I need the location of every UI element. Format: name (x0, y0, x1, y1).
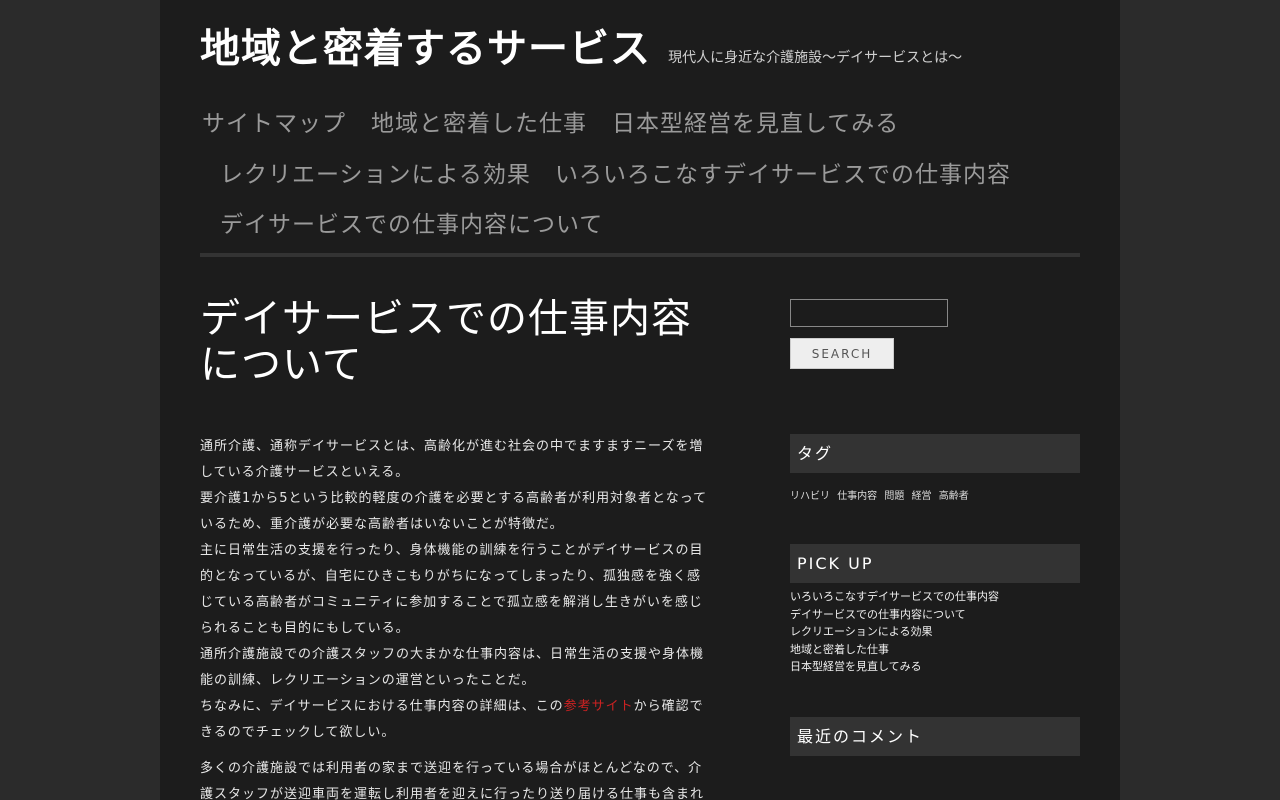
article-title-line2: について (200, 342, 363, 388)
article-paragraph-2: 多くの介護施設では利用者の家まで送迎を行っている場合がほとんどなので、介 護スタ… (200, 756, 720, 800)
text-line: じている高齢者がコミュニティに参加することで孤立感を解消し生きがいを感じ (200, 595, 703, 610)
pickup-widget: PICK UP いろいろこなすデイサービスでの仕事内容 デイサービスでの仕事内容… (790, 544, 1080, 676)
list-item: レクリエーションによる効果 (790, 623, 1080, 641)
recent-comments-widget: 最近のコメント (790, 716, 1080, 756)
article-title-line1: デイサービスでの仕事内容 (200, 296, 692, 342)
search-widget: SEARCH (790, 299, 1080, 369)
text-segment: ちなみに、デイサービスにおける仕事内容の詳細は、この (200, 699, 564, 714)
text-line: 主に日常生活の支援を行ったり、身体機能の訓練を行うことがデイサービスの目 (200, 543, 704, 558)
main-navigation: サイトマップ 地域と密着した仕事 日本型経営を見直してみる レクリエーションによ… (200, 96, 1080, 254)
article-paragraph-1: 通所介護、通称デイサービスとは、高齢化が進む社会の中でますますニーズを増 してい… (200, 434, 720, 746)
reference-site-link[interactable]: 参考サイト (564, 699, 634, 714)
site-header: 地域と密着するサービス 現代人に身近な介護施設〜デイサービスとは〜 (200, 16, 1080, 74)
pickup-link[interactable]: デイサービスでの仕事内容について (790, 606, 1080, 624)
nav-item-various-dayservice-work[interactable]: いろいろこなすデイサービスでの仕事内容 (555, 155, 1011, 189)
text-line: ちなみに、デイサービスにおける仕事内容の詳細は、この参考サイトから確認で (200, 694, 720, 720)
tags-widget-title: タグ (790, 434, 1080, 473)
pickup-link[interactable]: 日本型経営を見直してみる (790, 658, 1080, 676)
site-description: 現代人に身近な介護施設〜デイサービスとは〜 (668, 50, 963, 66)
text-line: いるため、重介護が必要な高齢者はいないことが特徴だ。 (200, 517, 564, 532)
list-item: いろいろこなすデイサービスでの仕事内容 (790, 588, 1080, 606)
tag-link[interactable]: 仕事内容 (837, 491, 877, 502)
text-segment: から確認で (633, 699, 704, 714)
page-container: 地域と密着するサービス 現代人に身近な介護施設〜デイサービスとは〜 サイトマップ… (160, 0, 1120, 800)
site-title[interactable]: 地域と密着するサービス (200, 16, 651, 74)
text-line: 要介護1から5という比較的軽度の介護を必要とする高齢者が利用対象者となって (200, 491, 708, 506)
text-line: られることも目的にもしている。 (200, 621, 410, 636)
tag-cloud: リハビリ 仕事内容 問題 経営 高齢者 (790, 487, 1080, 502)
text-line: 護スタッフが送迎車両を運転し利用者を迎えに行ったり送り届ける仕事も含まれ (200, 787, 705, 800)
main-content: デイサービスでの仕事内容 について 通所介護、通称デイサービスとは、高齢化が進む… (200, 296, 720, 800)
list-item: 地域と密着した仕事 (790, 641, 1080, 659)
text-line: している介護サービスといえる。 (200, 465, 410, 480)
nav-item-local-work[interactable]: 地域と密着した仕事 (371, 104, 587, 138)
search-button[interactable]: SEARCH (790, 338, 894, 369)
search-input[interactable] (790, 299, 948, 327)
tag-link[interactable]: 問題 (884, 491, 904, 502)
tags-widget: タグ リハビリ 仕事内容 問題 経営 高齢者 (790, 434, 1080, 502)
nav-item-japanese-management[interactable]: 日本型経営を見直してみる (612, 104, 899, 138)
list-item: デイサービスでの仕事内容について (790, 606, 1080, 624)
pickup-widget-title: PICK UP (790, 544, 1080, 583)
pickup-link[interactable]: レクリエーションによる効果 (790, 623, 1080, 641)
tag-link[interactable]: 高齢者 (939, 491, 969, 502)
tag-link[interactable]: リハビリ (790, 491, 830, 502)
article-title: デイサービスでの仕事内容 について (200, 296, 720, 388)
pickup-list: いろいろこなすデイサービスでの仕事内容 デイサービスでの仕事内容について レクリ… (790, 588, 1080, 676)
nav-item-recreation-effects[interactable]: レクリエーションによる効果 (220, 155, 531, 189)
text-line: 通所介護、通称デイサービスとは、高齢化が進む社会の中でますますニーズを増 (200, 439, 704, 454)
text-line: 通所介護施設での介護スタッフの大まかな仕事内容は、日常生活の支援や身体機 (200, 647, 705, 662)
nav-item-sitemap[interactable]: サイトマップ (202, 104, 346, 138)
recent-comments-title: 最近のコメント (790, 716, 1080, 756)
text-line: 能の訓練、レクリエーションの運営といったことだ。 (200, 673, 536, 688)
pickup-link[interactable]: いろいろこなすデイサービスでの仕事内容 (790, 588, 1080, 606)
sidebar: SEARCH タグ リハビリ 仕事内容 問題 経営 高齢者 PICK UP いろ… (790, 299, 1080, 756)
list-item: 日本型経営を見直してみる (790, 658, 1080, 676)
text-line: きるのでチェックして欲しい。 (200, 725, 396, 740)
nav-divider (200, 253, 1080, 257)
pickup-link[interactable]: 地域と密着した仕事 (790, 641, 1080, 659)
text-line: 多くの介護施設では利用者の家まで送迎を行っている場合がほとんどなので、介 (200, 761, 703, 776)
text-line: 的となっているが、自宅にひきこもりがちになってしまったり、孤独感を強く感 (200, 569, 702, 584)
tag-link[interactable]: 経営 (912, 491, 932, 502)
article-body: 通所介護、通称デイサービスとは、高齢化が進む社会の中でますますニーズを増 してい… (200, 434, 720, 800)
nav-item-dayservice-work[interactable]: デイサービスでの仕事内容について (220, 205, 603, 239)
